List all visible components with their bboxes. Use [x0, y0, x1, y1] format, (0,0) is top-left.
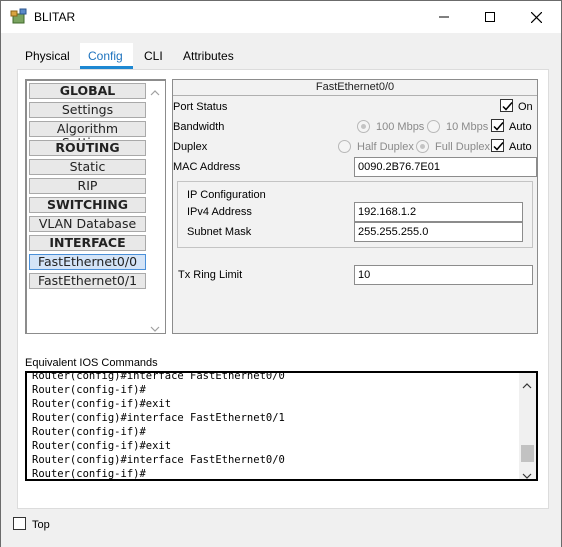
- ipv4-address-field[interactable]: 192.168.1.2: [354, 202, 523, 222]
- window-title: BLITAR: [34, 10, 76, 24]
- scroll-up-icon[interactable]: [522, 378, 532, 392]
- ipv4-address-label: IPv4 Address: [187, 206, 252, 218]
- console-line: Router(config)#interface FastEthernet0/1: [32, 412, 285, 424]
- duplex-auto-label: Auto: [509, 141, 532, 153]
- console-line: Router(config)#interface FastEthernet0/0: [32, 371, 285, 382]
- mac-address-label: MAC Address: [173, 161, 241, 173]
- maximize-icon: [485, 12, 495, 22]
- console-scroll-thumb[interactable]: [521, 445, 534, 462]
- console-line: Router(config-if)#exit: [32, 398, 172, 410]
- tx-ring-limit-field[interactable]: 10: [354, 265, 533, 285]
- config-nav-list: GLOBAL Settings Algorithm Settings ROUTI…: [25, 79, 166, 334]
- bandwidth-10-radio[interactable]: [427, 120, 440, 133]
- title-bar: BLITAR: [1, 1, 561, 33]
- tab-physical[interactable]: Physical: [17, 43, 78, 69]
- subnet-mask-field[interactable]: 255.255.255.0: [354, 222, 523, 242]
- tab-config-label: Config: [88, 49, 123, 63]
- nav-item-static[interactable]: Static: [29, 159, 146, 175]
- tab-cli[interactable]: CLI: [136, 43, 171, 69]
- nav-header-interface: INTERFACE: [29, 235, 146, 251]
- ios-commands-lines: Router(config)#interface FastEthernet0/0…: [32, 371, 285, 480]
- nav-item-fastethernet0-1[interactable]: FastEthernet0/1: [29, 273, 146, 289]
- tab-physical-label: Physical: [25, 49, 70, 63]
- nav-item-algorithm-settings[interactable]: Algorithm Settings: [29, 121, 146, 150]
- nav-item-fastethernet0-0[interactable]: FastEthernet0/0: [29, 254, 146, 270]
- bandwidth-auto-label: Auto: [509, 121, 532, 133]
- ios-commands-console[interactable]: Router(config)#interface FastEthernet0/0…: [25, 371, 538, 481]
- bandwidth-10-label: 10 Mbps: [446, 121, 489, 133]
- bandwidth-auto-checkbox[interactable]: [491, 119, 504, 132]
- top-checkbox[interactable]: [13, 517, 26, 530]
- port-status-on-label: On: [518, 101, 533, 113]
- console-line: Router(config-if)#: [32, 426, 146, 438]
- router-app-icon: [10, 8, 28, 26]
- subnet-mask-label: Subnet Mask: [187, 226, 252, 238]
- duplex-half-label: Half Duplex: [357, 141, 414, 153]
- bandwidth-100-radio[interactable]: [357, 120, 370, 133]
- nav-item-vlan-database[interactable]: VLAN Database: [29, 216, 146, 232]
- duplex-label: Duplex: [173, 141, 208, 153]
- nav-header-routing: ROUTING: [29, 140, 146, 156]
- ios-commands-label: Equivalent IOS Commands: [25, 357, 158, 369]
- scroll-down-icon[interactable]: [522, 468, 532, 479]
- top-label: Top: [32, 519, 50, 531]
- nav-header-switching: SWITCHING: [29, 197, 146, 213]
- port-status-label: Port Status: [173, 101, 228, 113]
- maximize-button[interactable]: [467, 1, 513, 33]
- close-icon: [530, 11, 542, 23]
- console-line: Router(config-if)#: [32, 468, 146, 480]
- ip-configuration-title: IP Configuration: [187, 189, 266, 201]
- nav-scrollbar[interactable]: [146, 81, 165, 332]
- console-scrollbar[interactable]: [519, 373, 536, 479]
- duplex-full-radio[interactable]: [416, 140, 429, 153]
- console-line: Router(config-if)#exit: [32, 440, 172, 452]
- duplex-half-radio[interactable]: [338, 140, 351, 153]
- scroll-down-icon[interactable]: [150, 321, 160, 335]
- tab-attributes[interactable]: Attributes: [175, 43, 242, 69]
- nav-item-rip[interactable]: RIP: [29, 178, 146, 194]
- bottom-bar: Top: [1, 510, 561, 547]
- console-line: Router(config)#interface FastEthernet0/0: [32, 454, 285, 466]
- panel-title: FastEthernet0/0: [173, 80, 537, 96]
- nav-item-settings[interactable]: Settings: [29, 102, 146, 118]
- close-button[interactable]: [513, 1, 559, 33]
- duplex-auto-checkbox[interactable]: [491, 139, 504, 152]
- mac-address-field[interactable]: 0090.2B76.7E01: [354, 157, 537, 177]
- scroll-up-icon[interactable]: [150, 85, 160, 99]
- tab-config[interactable]: Config: [80, 43, 133, 69]
- minimize-button[interactable]: [421, 1, 467, 33]
- tx-ring-limit-label: Tx Ring Limit: [178, 269, 243, 281]
- nav-header-global: GLOBAL: [29, 83, 146, 99]
- duplex-full-label: Full Duplex: [435, 141, 491, 153]
- port-status-checkbox[interactable]: [500, 99, 513, 112]
- console-line: Router(config-if)#: [32, 384, 146, 396]
- bandwidth-100-label: 100 Mbps: [376, 121, 425, 133]
- minimize-icon: [439, 12, 449, 22]
- device-config-window: BLITAR Physical Config CLI Attributes GL…: [0, 0, 562, 547]
- tab-attributes-label: Attributes: [183, 49, 234, 63]
- bandwidth-label: Bandwidth: [173, 121, 225, 133]
- tab-cli-label: CLI: [144, 49, 163, 63]
